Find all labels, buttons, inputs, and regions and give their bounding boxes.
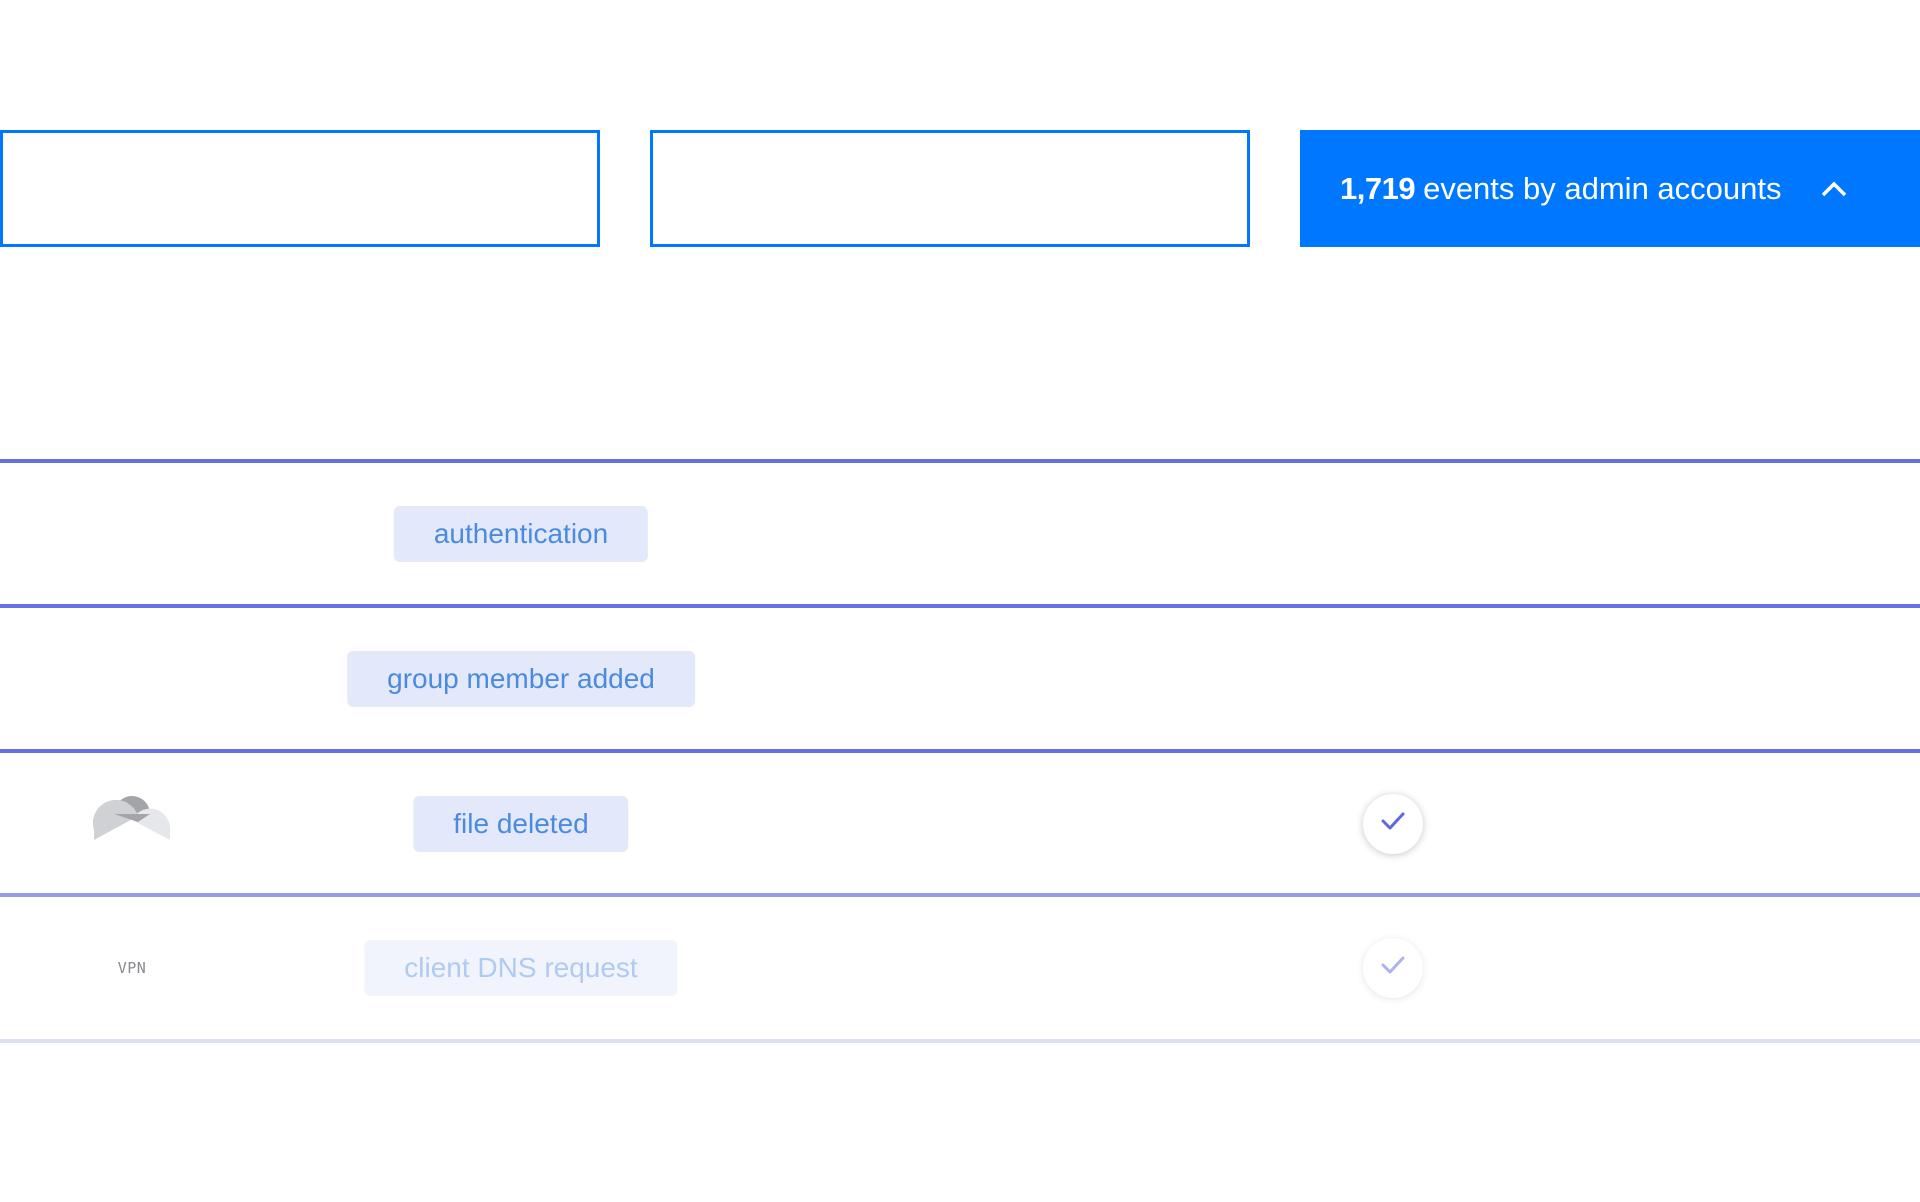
checkmark-icon xyxy=(1380,955,1406,980)
event-row[interactable]: group member added xyxy=(0,608,1920,749)
event-type-tag: client DNS request xyxy=(364,939,678,996)
summary-box-1[interactable] xyxy=(0,130,600,247)
source-cell xyxy=(92,753,172,894)
summary-box-2[interactable] xyxy=(650,130,1250,247)
source-cell: VPN xyxy=(92,897,172,1038)
admin-events-count: 1,719 xyxy=(1340,170,1416,206)
event-row[interactable]: authentication xyxy=(0,463,1920,604)
event-type-tag: authentication xyxy=(393,505,649,562)
checkmark-icon xyxy=(1380,811,1406,836)
row-divider xyxy=(0,1039,1920,1043)
admin-events-summary-button[interactable]: 1,719 events by admin accounts xyxy=(1300,130,1920,247)
event-type-tag: file deleted xyxy=(413,795,629,852)
event-type-tag: group member added xyxy=(347,650,695,707)
check-button[interactable] xyxy=(1363,793,1423,854)
chevron-up-icon[interactable] xyxy=(1820,180,1848,198)
cloud-drive-icon xyxy=(92,796,172,851)
admin-events-label: events by admin accounts xyxy=(1423,170,1782,206)
check-button[interactable] xyxy=(1363,937,1423,998)
source-cell xyxy=(92,608,172,749)
event-row[interactable]: file deleted xyxy=(0,753,1920,894)
event-row[interactable]: VPN client DNS request xyxy=(0,897,1920,1038)
source-cell xyxy=(92,463,172,604)
vpn-icon: VPN xyxy=(117,958,147,977)
